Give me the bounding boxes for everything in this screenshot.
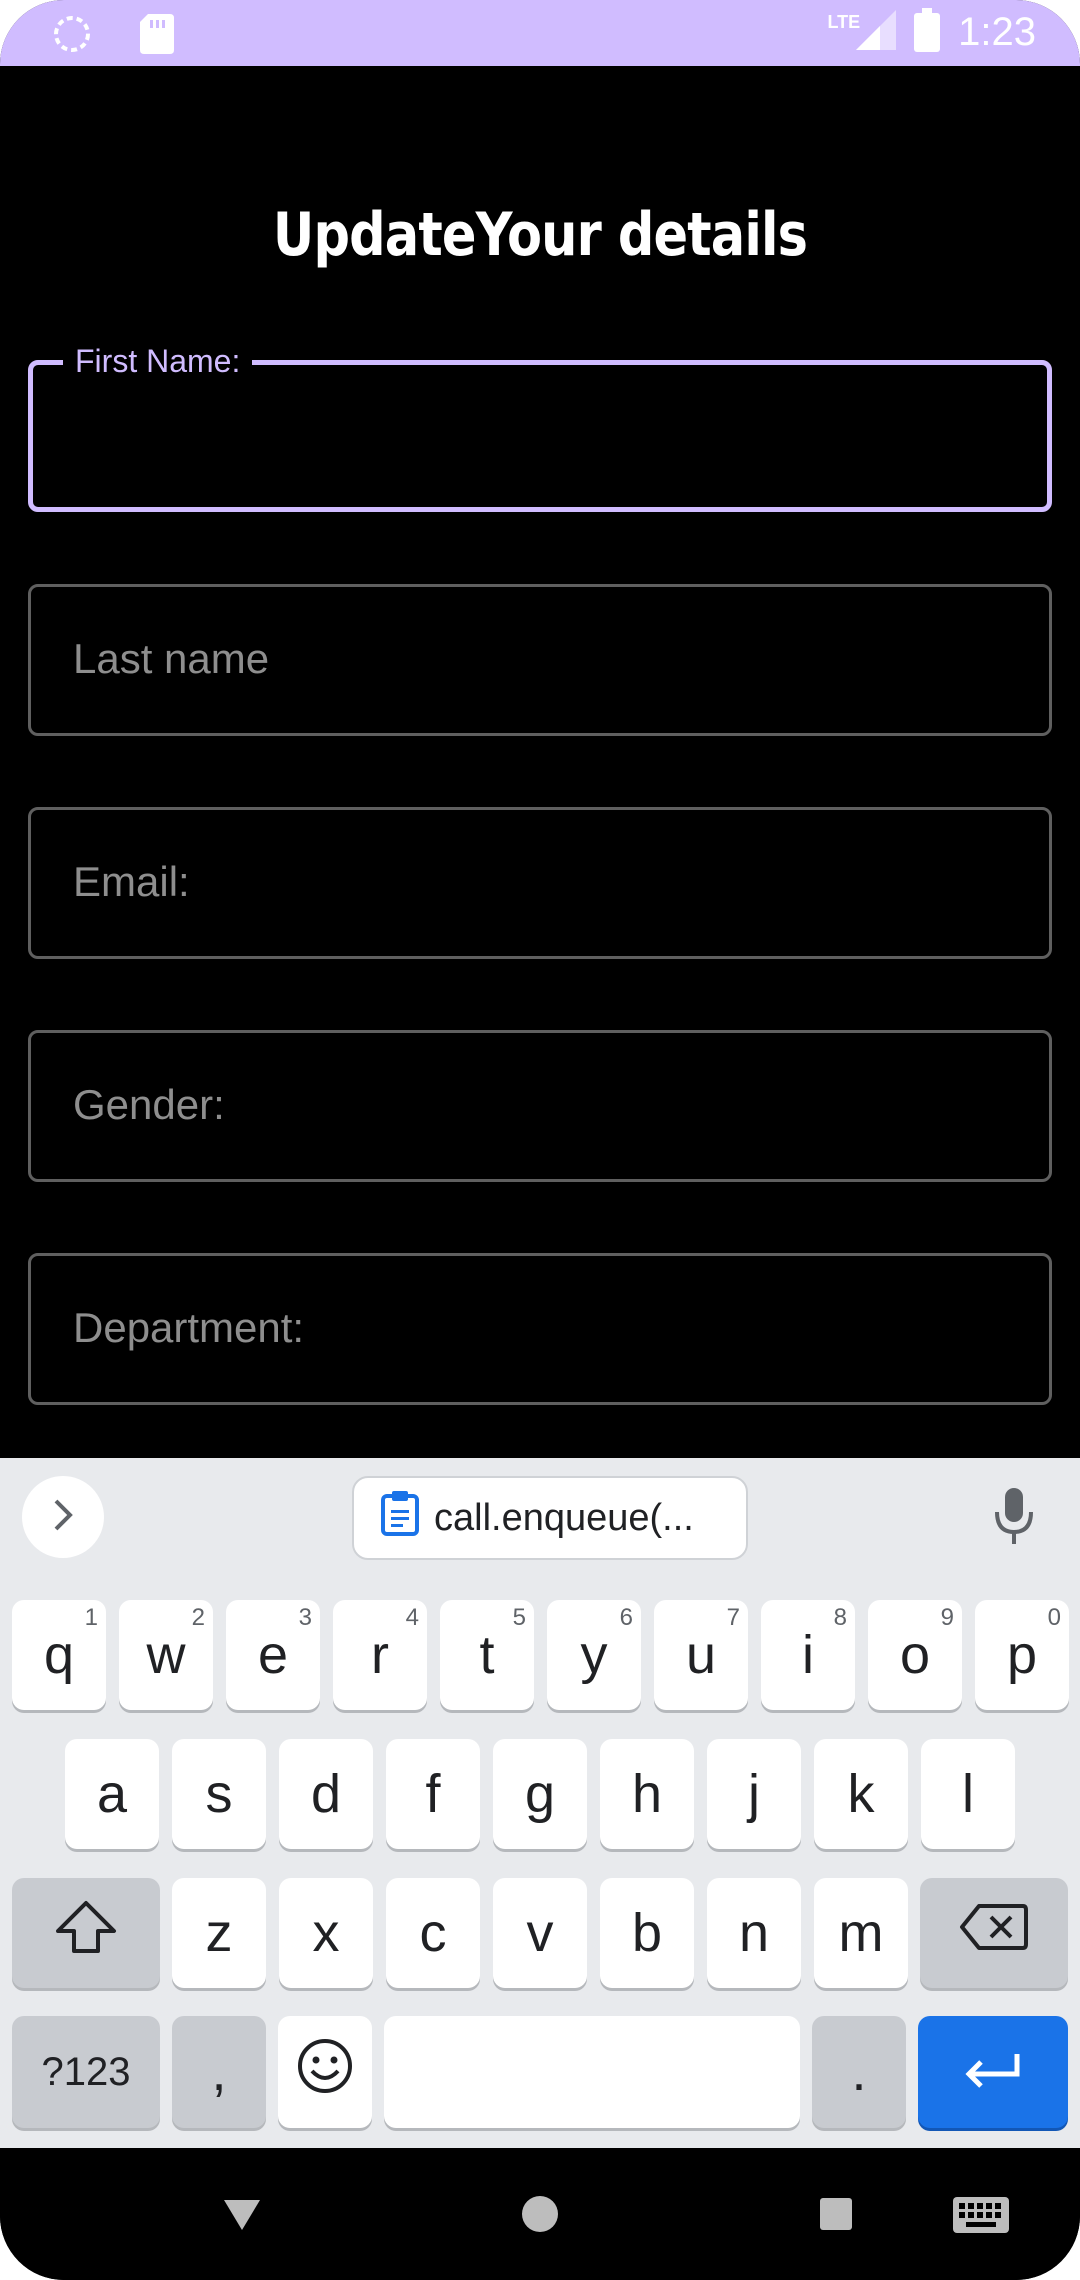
key-g[interactable]: g [493,1739,587,1849]
key-u[interactable]: u7 [654,1600,748,1710]
key-hint: 6 [619,1604,633,1631]
key-x[interactable]: x [279,1878,373,1988]
key-h[interactable]: h [600,1739,694,1849]
key-i[interactable]: i8 [761,1600,855,1710]
clipboard-suggestion[interactable]: call.enqueue(... [352,1476,748,1560]
backspace-key[interactable] [920,1878,1068,1988]
keyboard-toolbar: call.enqueue(... [0,1458,1080,1578]
shift-key[interactable] [12,1878,160,1988]
shift-icon [54,1899,118,1968]
key-o[interactable]: o9 [868,1600,962,1710]
period-key[interactable]: . [812,2016,906,2128]
screen: LTE 1:23 UpdateYour details First Name: … [0,0,1080,2280]
clipboard-icon [380,1490,420,1546]
key-label: w [146,1625,186,1685]
key-f[interactable]: f [386,1739,480,1849]
mic-icon [992,1488,1036,1550]
email-field[interactable]: Email: [28,807,1052,959]
key-z[interactable]: z [172,1878,266,1988]
key-hint: 1 [84,1604,98,1631]
key-label: i [802,1625,814,1685]
key-hint: 0 [1047,1604,1061,1631]
home-icon[interactable] [520,2194,560,2239]
key-label: o [899,1625,931,1685]
back-icon[interactable] [222,2196,262,2237]
key-label: e [257,1625,289,1685]
emoji-icon [296,2037,354,2108]
comma-key[interactable]: , [172,2016,266,2128]
sd-card-icon [140,14,174,59]
key-hint: 7 [726,1604,740,1631]
key-label: p [1006,1625,1038,1685]
key-hint: 9 [940,1604,954,1631]
symbols-key[interactable]: ?123 [12,2016,160,2128]
key-label: u [685,1625,717,1685]
key-v[interactable]: v [493,1878,587,1988]
key-label: t [479,1625,495,1685]
key-l[interactable]: l [921,1739,1015,1849]
page-title: UpdateYour details [272,200,808,270]
key-s[interactable]: s [172,1739,266,1849]
key-m[interactable]: m [814,1878,908,1988]
key-c[interactable]: c [386,1878,480,1988]
key-hint: 4 [405,1604,419,1631]
key-t[interactable]: t5 [440,1600,534,1710]
key-y[interactable]: y6 [547,1600,641,1710]
clipboard-suggestion-text: call.enqueue(... [434,1496,694,1539]
key-k[interactable]: k [814,1739,908,1849]
key-n[interactable]: n [707,1878,801,1988]
key-e[interactable]: e3 [226,1600,320,1710]
key-hint: 8 [833,1604,847,1631]
key-r[interactable]: r4 [333,1600,427,1710]
first-name-label: First Name: [63,343,253,380]
key-hint: 5 [512,1604,526,1631]
key-a[interactable]: a [65,1739,159,1849]
key-d[interactable]: d [279,1739,373,1849]
emoji-key[interactable] [278,2016,372,2128]
gender-placeholder: Gender: [73,1081,225,1128]
navigation-bar [0,2148,1080,2280]
mic-button[interactable] [992,1486,1036,1551]
last-name-placeholder: Last name [73,635,270,682]
key-hint: 3 [298,1604,312,1631]
signal-icon [856,10,897,55]
key-w[interactable]: w2 [119,1600,213,1710]
first-name-field[interactable]: First Name: [28,343,1052,512]
expand-toolbar-button[interactable] [22,1476,104,1558]
key-p[interactable]: p0 [975,1600,1069,1710]
status-bar: LTE 1:23 [0,0,1080,66]
soft-keyboard: call.enqueue(... q1w2e3r4t5y6u7i8o9p0 as… [0,1458,1080,2148]
keyboard-icon[interactable] [952,2196,1010,2239]
key-label: r [371,1625,389,1685]
key-b[interactable]: b [600,1878,694,1988]
key-hint: 2 [191,1604,205,1631]
department-field[interactable]: Department: [28,1253,1052,1405]
recents-icon[interactable] [818,2196,854,2237]
email-placeholder: Email: [73,858,190,905]
key-label: y [580,1625,608,1685]
circle-icon [52,14,92,59]
last-name-field[interactable]: Last name [28,584,1052,736]
key-j[interactable]: j [707,1739,801,1849]
department-placeholder: Department: [73,1304,305,1351]
chevron-right-icon [48,1497,78,1538]
first-name-input[interactable] [73,405,1013,465]
clock: 1:23 [958,10,1036,54]
gender-field[interactable]: Gender: [28,1030,1052,1182]
space-key[interactable] [384,2016,800,2128]
backspace-icon [959,1902,1029,1965]
battery-icon [914,8,941,57]
enter-key[interactable] [918,2016,1068,2128]
enter-icon [963,2041,1023,2103]
network-type: LTE [827,12,861,32]
key-label: q [43,1625,75,1685]
key-q[interactable]: q1 [12,1600,106,1710]
